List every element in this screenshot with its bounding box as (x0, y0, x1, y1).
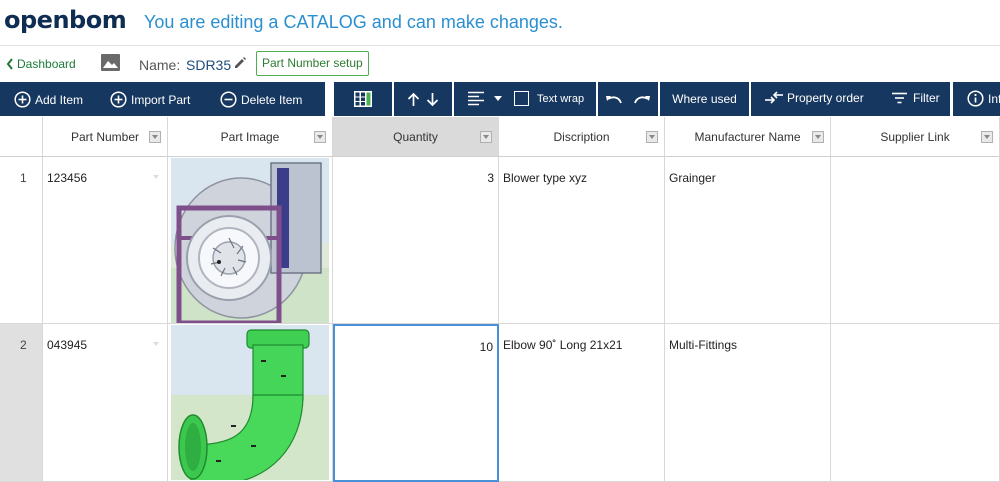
bom-grid: Part Number Part Image Quantity Discript… (0, 117, 1000, 482)
arrow-down-icon (426, 92, 439, 106)
property-order-label: Property order (787, 91, 864, 105)
column-filter-icon[interactable] (646, 131, 658, 143)
name-label: Name: (139, 57, 181, 73)
property-filter-group: Property order Filter (751, 82, 950, 116)
column-header-part-number[interactable]: Part Number (43, 117, 168, 157)
filter-label: Filter (913, 91, 940, 105)
info-icon (967, 90, 984, 107)
cell-quantity[interactable]: 3 (333, 157, 499, 324)
add-item-button[interactable]: Add Item (14, 91, 83, 108)
where-used-button[interactable]: Where used (660, 82, 749, 116)
elbow-pipe-image (171, 325, 329, 480)
description-value: Blower type xyz (503, 171, 588, 185)
where-used-label: Where used (672, 92, 737, 106)
cell-manufacturer[interactable]: Grainger (665, 157, 831, 324)
columns-icon (354, 91, 372, 107)
delete-item-button[interactable]: Delete Item (220, 91, 302, 108)
add-item-label: Add Item (35, 92, 84, 107)
filter-icon (892, 92, 907, 104)
cell-description[interactable]: Blower type xyz (499, 157, 665, 324)
back-to-dashboard-link[interactable]: Dashboard (6, 57, 76, 71)
cell-part-image[interactable] (168, 157, 333, 324)
cell-supplier-link[interactable] (831, 157, 1000, 324)
item-actions-group: Add Item Import Part Delete Item (0, 82, 325, 116)
dropdown-icon (153, 342, 159, 346)
add-circle-icon (14, 91, 31, 108)
info-button[interactable]: Info (953, 82, 1000, 116)
column-filter-icon[interactable] (314, 131, 326, 143)
column-filter-icon[interactable] (149, 131, 161, 143)
cell-part-image[interactable] (168, 324, 333, 482)
column-header-supplier-link[interactable]: Supplier Link (831, 117, 1000, 157)
manufacturer-value: Grainger (669, 171, 716, 185)
add-circle-icon (110, 91, 127, 108)
column-filter-icon[interactable] (812, 131, 824, 143)
column-header-label: Discription (553, 129, 610, 144)
part-number-value: 123456 (47, 171, 88, 185)
column-header-label: Supplier Link (880, 129, 950, 144)
column-header-label: Quantity (393, 129, 438, 144)
column-filter-icon[interactable] (480, 131, 492, 143)
part-number-setup-button[interactable]: Part Number setup (256, 51, 369, 76)
cell-manufacturer[interactable]: Multi-Fittings (665, 324, 831, 482)
column-header-manufacturer-name[interactable]: Manufacturer Name (665, 117, 831, 157)
toolbar: Add Item Import Part Delete Item Text wr… (0, 82, 1000, 116)
manufacturer-value: Multi-Fittings (669, 338, 738, 352)
arrow-up-icon (407, 92, 420, 106)
redo-icon[interactable] (633, 93, 651, 105)
dashboard-label: Dashboard (17, 57, 76, 71)
column-header-label: Manufacturer Name (694, 129, 801, 144)
sort-button[interactable] (394, 82, 452, 116)
text-wrap-toggle[interactable]: Text wrap (514, 91, 584, 106)
column-settings-button[interactable] (334, 82, 392, 116)
dropdown-icon (153, 175, 159, 179)
cell-description[interactable]: Elbow 90˚ Long 21x21 (499, 324, 665, 482)
caret-down-icon[interactable] (494, 96, 502, 101)
info-label: Info (988, 91, 1000, 106)
document-bar: Dashboard Name: SDR35 Part Number setup (0, 46, 1000, 82)
quantity-value: 10 (479, 340, 493, 354)
undo-icon[interactable] (605, 93, 623, 105)
catalog-edit-banner: You are editing a CATALOG and can make c… (144, 12, 563, 32)
undo-redo-group (598, 82, 658, 116)
cell-part-number[interactable]: 123456 (43, 157, 168, 324)
row-index-label: 2 (20, 338, 27, 352)
description-value: Elbow 90˚ Long 21x21 (503, 338, 623, 352)
cell-supplier-link[interactable] (831, 324, 1000, 482)
swap-icon (765, 91, 783, 104)
app-window: openbom You are editing a CATALOG and ca… (0, 0, 1000, 482)
column-header-description[interactable]: Discription (499, 117, 665, 157)
filter-button[interactable]: Filter (892, 91, 940, 105)
remove-circle-icon (220, 91, 237, 108)
catalog-name: SDR35 (186, 57, 232, 73)
text-wrap-label: Text wrap (537, 92, 585, 105)
blower-image (171, 158, 329, 323)
text-format-group: Text wrap (454, 82, 596, 116)
column-header-label: Part Image (220, 129, 280, 144)
pencil-icon[interactable] (233, 56, 247, 70)
part-number-value: 043945 (47, 338, 88, 352)
top-header: openbom You are editing a CATALOG and ca… (0, 0, 1000, 46)
quantity-value: 3 (487, 171, 494, 185)
import-part-label: Import Part (131, 92, 191, 107)
row-number-header (0, 117, 43, 157)
row-number[interactable]: 1 (0, 157, 43, 324)
column-filter-icon[interactable] (981, 131, 993, 143)
delete-item-label: Delete Item (241, 92, 303, 107)
cell-part-number[interactable]: 043945 (43, 324, 168, 482)
openbom-logo[interactable]: openbom (4, 6, 127, 34)
row-number[interactable]: 2 (0, 324, 43, 482)
property-order-button[interactable]: Property order (765, 91, 864, 105)
import-part-button[interactable]: Import Part (110, 91, 190, 108)
align-left-icon[interactable] (468, 91, 484, 106)
column-header-quantity[interactable]: Quantity (333, 117, 499, 157)
column-header-label: Part Number (70, 129, 140, 144)
text-wrap-checkbox[interactable] (514, 91, 529, 106)
image-icon[interactable] (101, 54, 120, 71)
chevron-left-icon (6, 58, 13, 70)
row-index-label: 1 (20, 171, 27, 185)
cell-quantity-selected[interactable]: 10 (333, 324, 499, 482)
column-header-part-image[interactable]: Part Image (168, 117, 333, 157)
